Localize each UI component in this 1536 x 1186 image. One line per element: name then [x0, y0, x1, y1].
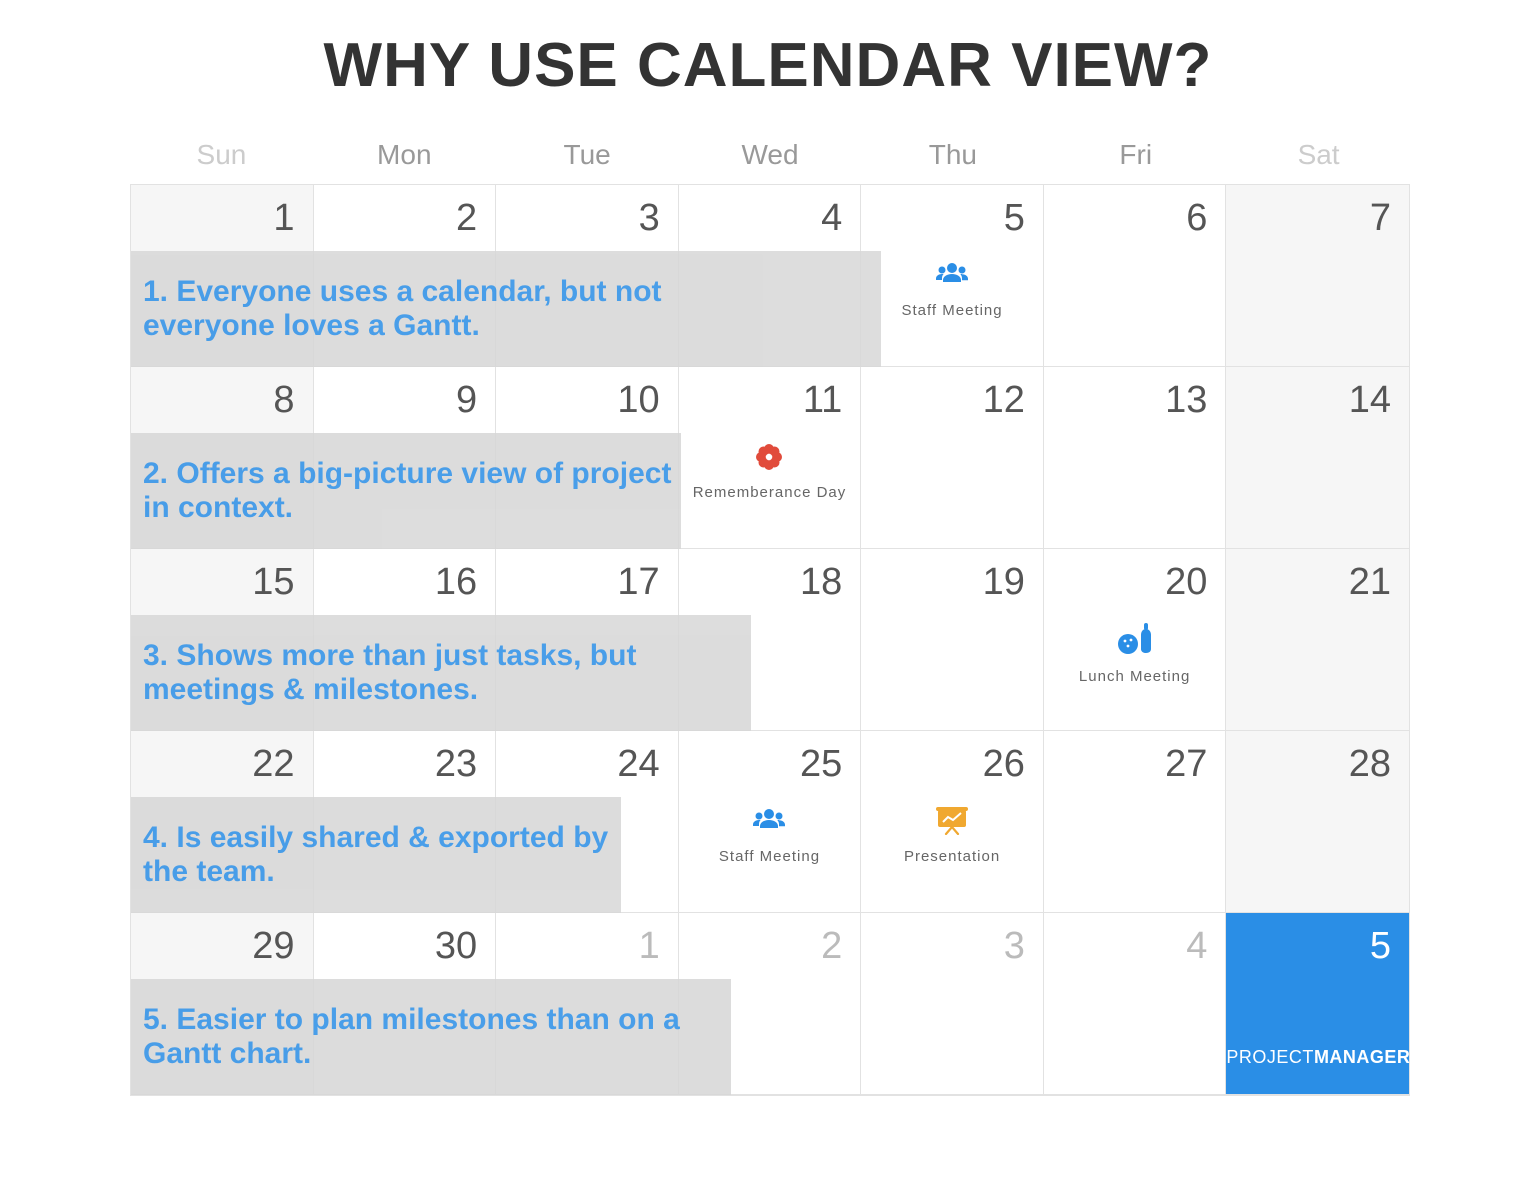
calendar-cell[interactable]: 28 [1226, 731, 1409, 913]
day-head: Mon [313, 126, 496, 184]
date-number: 6 [1186, 197, 1207, 240]
date-number: 20 [1165, 561, 1207, 604]
calendar-event[interactable]: Staff Meeting [679, 805, 861, 865]
date-number: 24 [617, 743, 659, 786]
date-number: 21 [1349, 561, 1391, 604]
calendar-event[interactable]: Presentation [861, 805, 1043, 865]
date-number: 15 [252, 561, 294, 604]
date-number: 10 [617, 379, 659, 422]
calendar: Sun Mon Tue Wed Thu Fri Sat 12345Staff M… [130, 126, 1410, 1096]
date-number: 11 [803, 379, 842, 422]
date-number: 5 [1370, 925, 1391, 968]
calendar-cell[interactable]: 13 [1044, 367, 1227, 549]
calendar-event[interactable]: Staff Meeting [861, 259, 1043, 319]
reason-bar: 3. Shows more than just tasks, but meeti… [131, 615, 751, 731]
event-label: Rememberance Day [679, 484, 861, 501]
date-number: 30 [435, 925, 477, 968]
reason-bar: 5. Easier to plan milestones than on a G… [131, 979, 731, 1095]
reason-bar: 2. Offers a big-picture view of project … [131, 433, 681, 549]
day-head: Fri [1044, 126, 1227, 184]
flower-icon [755, 441, 783, 473]
date-number: 18 [800, 561, 842, 604]
calendar-cell[interactable]: 3 [861, 913, 1044, 1095]
event-label: Staff Meeting [861, 302, 1043, 319]
calendar-event[interactable]: Lunch Meeting [1044, 623, 1226, 685]
calendar-cell[interactable]: 4 [1044, 913, 1227, 1095]
date-number: 29 [252, 925, 294, 968]
date-number: 4 [1186, 925, 1207, 968]
date-number: 1 [273, 197, 294, 240]
day-head: Sun [130, 126, 313, 184]
date-number: 8 [273, 379, 294, 422]
reason-text: 3. Shows more than just tasks, but meeti… [143, 639, 751, 708]
calendar-cell[interactable]: 7 [1226, 185, 1409, 367]
calendar-cell[interactable]: 19 [861, 549, 1044, 731]
calendar-cell[interactable]: 14 [1226, 367, 1409, 549]
date-number: 25 [800, 743, 842, 786]
calendar-cell[interactable]: 5 PROJECTMANAGER.com [1226, 913, 1409, 1095]
date-number: 23 [435, 743, 477, 786]
calendar-event[interactable]: Rememberance Day [679, 441, 861, 501]
date-number: 26 [983, 743, 1025, 786]
date-number: 22 [252, 743, 294, 786]
event-label: Lunch Meeting [1044, 668, 1226, 685]
reason-text: 4. Is easily shared & exported by the te… [143, 821, 621, 890]
date-number: 5 [1004, 197, 1025, 240]
event-label: Staff Meeting [679, 848, 861, 865]
calendar-cell[interactable]: 21 [1226, 549, 1409, 731]
date-number: 3 [639, 197, 660, 240]
reason-text: 1. Everyone uses a calendar, but not eve… [143, 275, 783, 344]
date-number: 16 [435, 561, 477, 604]
date-number: 2 [456, 197, 477, 240]
date-number: 7 [1370, 197, 1391, 240]
day-head: Tue [496, 126, 679, 184]
calendar-cell[interactable]: 12 [861, 367, 1044, 549]
date-number: 14 [1349, 379, 1391, 422]
day-head-row: Sun Mon Tue Wed Thu Fri Sat [130, 126, 1410, 184]
reason-bar: 1. Everyone uses a calendar, but not eve… [131, 251, 881, 367]
calendar-grid: 12345Staff Meeting67891011Rememberance D… [130, 184, 1410, 1096]
date-number: 13 [1165, 379, 1207, 422]
date-number: 3 [1004, 925, 1025, 968]
reason-text: 5. Easier to plan milestones than on a G… [143, 1003, 731, 1072]
date-number: 19 [983, 561, 1025, 604]
reason-bar: 4. Is easily shared & exported by the te… [131, 797, 621, 913]
calendar-cell[interactable]: 25 Staff Meeting [679, 731, 862, 913]
calendar-cell[interactable]: 5 Staff Meeting [861, 185, 1044, 367]
calendar-cell[interactable]: 27 [1044, 731, 1227, 913]
date-number: 27 [1165, 743, 1207, 786]
reason-text: 2. Offers a big-picture view of project … [143, 457, 681, 526]
group-icon [934, 259, 970, 291]
date-number: 4 [821, 197, 842, 240]
presentation-icon [936, 805, 968, 837]
calendar-cell[interactable]: 6 [1044, 185, 1227, 367]
calendar-cell[interactable]: 20 Lunch Meeting [1044, 549, 1227, 731]
page-title: WHY USE CALENDAR VIEW? [130, 30, 1406, 101]
calendar-cell[interactable]: 11 Rememberance Day [679, 367, 862, 549]
date-number: 1 [639, 925, 660, 968]
day-head: Wed [679, 126, 862, 184]
date-number: 2 [821, 925, 842, 968]
date-number: 12 [983, 379, 1025, 422]
brand-logo: PROJECTMANAGER.com [1226, 1047, 1409, 1068]
event-label: Presentation [861, 848, 1043, 865]
group-icon [751, 805, 787, 837]
date-number: 28 [1349, 743, 1391, 786]
date-number: 17 [617, 561, 659, 604]
date-number: 9 [456, 379, 477, 422]
day-head: Sat [1227, 126, 1410, 184]
lunch-icon [1115, 623, 1155, 655]
calendar-cell[interactable]: 26 Presentation [861, 731, 1044, 913]
day-head: Thu [861, 126, 1044, 184]
